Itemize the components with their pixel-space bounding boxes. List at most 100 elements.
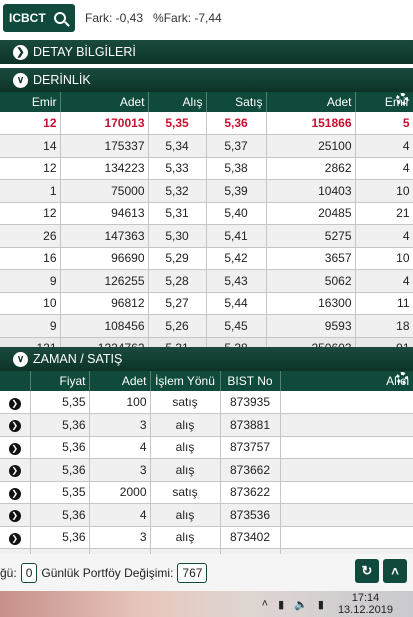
cell-ask-price: 5,44 [206, 292, 267, 315]
row-expand-cell[interactable]: ❯ [0, 413, 31, 437]
col-header-bist-no[interactable]: BIST No [220, 371, 281, 391]
section-derinlik-header[interactable]: ∨ DERİNLİK [0, 68, 413, 92]
gear-icon[interactable] [396, 93, 408, 105]
clock-time: 17:14 [351, 592, 380, 604]
cell-price: 5,36 [30, 503, 90, 527]
cell-sell-orders: 18 [355, 314, 413, 338]
trade-row[interactable]: ❯ 5,36 3 alış 873402 [0, 526, 413, 549]
cell-bist-no: 873757 [220, 436, 281, 459]
cell-ask-price: 5,37 [206, 134, 267, 158]
chevron-right-icon: ❯ [8, 420, 21, 433]
cell-sell-qty: 151866 [266, 112, 356, 135]
chevron-right-icon: ❯ [8, 487, 21, 500]
refresh-icon: ↻ [361, 563, 373, 578]
cell-buy-orders: 14 [0, 134, 61, 158]
cell-buy-orders: 10 [0, 292, 61, 315]
cell-sell-qty: 5062 [266, 269, 356, 293]
cell-sell-orders: 4 [355, 157, 413, 180]
row-expand-cell[interactable]: ❯ [0, 526, 31, 549]
row-expand-cell[interactable]: ❯ [0, 458, 31, 482]
cell-sell-orders: 10 [355, 247, 413, 270]
depth-row[interactable]: 9 108456 5,26 5,45 9593 18 [0, 314, 413, 338]
depth-row[interactable]: 14 175337 5,34 5,37 25100 4 [0, 134, 413, 158]
cell-buyer [280, 481, 413, 504]
depth-row[interactable]: 12 134223 5,33 5,38 2862 4 [0, 157, 413, 180]
cell-sell-qty: 10403 [266, 179, 356, 203]
cell-sell-qty: 20485 [266, 202, 356, 225]
col-header-adet[interactable]: Adet [89, 371, 151, 391]
depth-row[interactable]: 12 94613 5,31 5,40 20485 21 [0, 202, 413, 225]
section-derinlik-label: DERİNLİK [33, 73, 91, 87]
trade-row[interactable]: ❯ 5,35 100 satış 873935 [0, 391, 413, 414]
cell-qty: 4 [89, 503, 151, 527]
cell-direction: alış [150, 503, 221, 527]
col-header-alici[interactable]: Alıcı [280, 371, 413, 391]
cell-ask-price: 5,45 [206, 314, 267, 338]
battery-icon[interactable]: ▮ [278, 598, 284, 611]
depth-row[interactable]: 10 96812 5,27 5,44 16300 11 [0, 292, 413, 315]
chevron-right-icon: ❯ [8, 442, 21, 455]
trade-row[interactable]: ❯ 5,35 2000 satış 873622 [0, 481, 413, 504]
cell-buyer [280, 413, 413, 437]
trade-row[interactable]: ❯ 5,36 3 alış 873662 [0, 458, 413, 482]
trade-row[interactable]: ❯ 5,36 4 alış 873536 [0, 503, 413, 527]
cell-buy-qty: 170013 [60, 112, 149, 135]
depth-row[interactable]: 12 170013 5,35 5,36 151866 5 [0, 112, 413, 135]
depth-row[interactable]: 26 147363 5,30 5,41 5275 4 [0, 224, 413, 248]
trades-header-row: Fiyat Adet İşlem Yönü BIST No Alıcı [0, 371, 413, 391]
section-detay-header[interactable]: ❯ DETAY BİLGİLERİ [0, 40, 413, 64]
cell-buy-qty: 126255 [60, 269, 149, 293]
row-expand-cell[interactable]: ❯ [0, 391, 31, 414]
cell-sell-orders: 4 [355, 269, 413, 293]
refresh-button[interactable]: ↻ [355, 559, 379, 583]
cell-bist-no: 873622 [220, 481, 281, 504]
cell-buy-orders: 12 [0, 202, 61, 225]
row-expand-cell[interactable]: ❯ [0, 481, 31, 504]
chevron-right-icon: ❯ [8, 465, 21, 478]
depth-row[interactable]: 1 75000 5,32 5,39 10403 10 [0, 179, 413, 203]
chevron-down-icon: ∨ [13, 351, 28, 367]
cell-bid-price: 5,28 [148, 269, 207, 293]
section-zaman-header[interactable]: ∨ ZAMAN / SATIŞ [0, 347, 413, 371]
chevron-down-icon: ∨ [13, 72, 28, 88]
cell-ask-price: 5,41 [206, 224, 267, 248]
trade-row[interactable]: ❯ 5,36 4 alış 873757 [0, 436, 413, 459]
network-icon[interactable]: ▮ [318, 598, 324, 611]
chevron-up-icon[interactable]: ˄ [262, 598, 268, 610]
cell-bid-price: 5,27 [148, 292, 207, 315]
top-bar: ICBCT Fark: -0,43 %Fark: -7,44 [0, 0, 413, 36]
col-header-alis[interactable]: Alış [148, 92, 207, 112]
scroll-top-icon: ˄ [391, 563, 399, 579]
gear-icon[interactable] [396, 372, 408, 384]
clock[interactable]: 17:14 13.12.2019 [338, 592, 393, 616]
search-icon [53, 12, 66, 24]
cell-sell-orders: 11 [355, 292, 413, 315]
col-header-emir[interactable]: Emir [0, 92, 61, 112]
cell-buyer [280, 436, 413, 459]
cell-ask-price: 5,43 [206, 269, 267, 293]
col-header-adet[interactable]: Adet [60, 92, 149, 112]
col-header-adet[interactable]: Adet [266, 92, 356, 112]
cell-qty: 3 [89, 458, 151, 482]
chevron-right-icon: ❯ [8, 510, 21, 523]
cell-sell-orders: 10 [355, 179, 413, 203]
bottom-value-1: 0 [20, 562, 38, 583]
row-expand-cell[interactable]: ❯ [0, 436, 31, 459]
cell-sell-orders: 5 [355, 112, 413, 135]
bottom-prefix-label: ğü: [0, 565, 17, 580]
row-expand-cell[interactable]: ❯ [0, 503, 31, 527]
col-header-fiyat[interactable]: Fiyat [30, 371, 90, 391]
col-header-satis[interactable]: Satış [206, 92, 267, 112]
volume-icon[interactable]: 🔈 [294, 598, 308, 611]
cell-price: 5,36 [30, 436, 90, 459]
depth-row[interactable]: 16 96690 5,29 5,42 3657 10 [0, 247, 413, 270]
section-detay-label: DETAY BİLGİLERİ [33, 45, 136, 59]
cell-buy-orders: 9 [0, 314, 61, 338]
depth-row[interactable]: 9 126255 5,28 5,43 5062 4 [0, 269, 413, 293]
col-header-islem-yonu[interactable]: İşlem Yönü [150, 371, 221, 391]
trade-row[interactable]: ❯ 5,36 3 alış 873881 [0, 413, 413, 437]
symbol-search-button[interactable]: ICBCT [3, 4, 75, 32]
scroll-top-button[interactable]: ˄ [383, 559, 407, 583]
cell-qty: 4 [89, 436, 151, 459]
depth-table: Emir Adet Alış Satış Adet Emir 12 170013 5… [0, 92, 413, 360]
